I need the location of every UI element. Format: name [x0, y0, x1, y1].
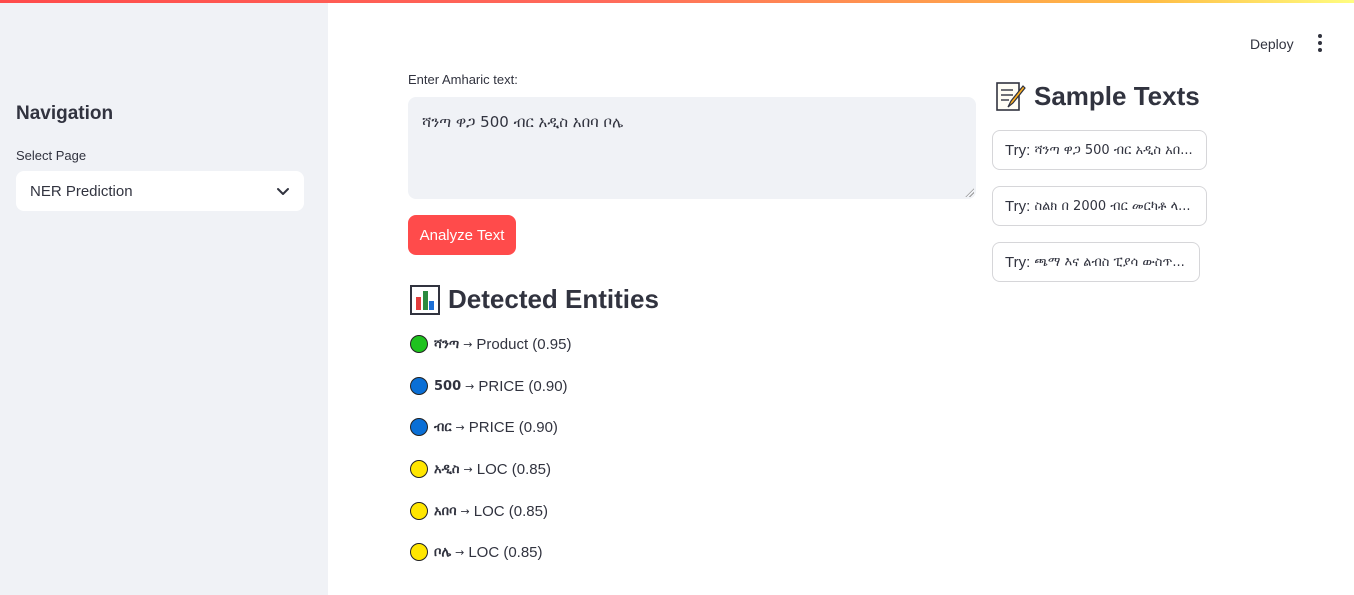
- detected-entities-title: Detected Entities: [448, 284, 659, 314]
- sidebar-title: Navigation: [16, 103, 114, 124]
- entity-text: አዲስ: [434, 461, 460, 477]
- arrow-right-icon: →: [465, 379, 475, 393]
- sample-try-prefix: Try:: [1005, 197, 1035, 215]
- entity-text: ሻንጣ: [434, 336, 460, 352]
- arrow-right-icon: →: [460, 504, 470, 518]
- resize-handle[interactable]: [965, 188, 974, 197]
- entity-color-dot-icon: [410, 335, 428, 353]
- entity-text: ቦሌ: [434, 544, 452, 560]
- sample-text-label: ሻንጣ ዋጋ 500 ብር አዲስ አበ...: [1034, 142, 1193, 158]
- entity-row: ሻንጣ → Product (0.95): [410, 333, 571, 355]
- memo-icon: [996, 82, 1026, 111]
- arrow-right-icon: →: [463, 337, 473, 351]
- sample-text-label: ስልክ በ 2000 ብር መርካቶ ላ...: [1034, 198, 1191, 214]
- text-input-label: Enter Amharic text:: [408, 72, 518, 87]
- entity-row: 500 → PRICE (0.90): [410, 375, 568, 397]
- amharic-text-value: ሻንጣ ዋጋ 500 ብር አዲስ አበባ ቦሌ: [422, 113, 624, 131]
- entity-label: Product (0.95): [476, 335, 572, 353]
- entity-label: LOC (0.85): [473, 502, 548, 520]
- sample-text-button[interactable]: Try: ስልክ በ 2000 ብር መርካቶ ላ...: [992, 186, 1207, 226]
- arrow-right-icon: →: [463, 462, 473, 476]
- entity-color-dot-icon: [410, 418, 428, 436]
- detected-entities-heading: Detected Entities: [410, 284, 659, 315]
- entity-text: ብር: [434, 419, 452, 435]
- sample-text-button[interactable]: Try: ሻንጣ ዋጋ 500 ብር አዲስ አበ...: [992, 130, 1207, 170]
- arrow-right-icon: →: [455, 545, 465, 559]
- entity-label: LOC (0.85): [468, 543, 543, 561]
- deploy-button[interactable]: Deploy: [1242, 33, 1302, 55]
- sidebar: Navigation Select Page NER Prediction: [0, 3, 328, 595]
- entity-color-dot-icon: [410, 377, 428, 395]
- sample-try-prefix: Try:: [1005, 253, 1035, 271]
- page-select-value: NER Prediction: [30, 182, 133, 200]
- sample-texts-heading: Sample Texts: [994, 80, 1200, 112]
- entity-color-dot-icon: [410, 502, 428, 520]
- arrow-right-icon: →: [455, 420, 465, 434]
- amharic-text-input[interactable]: ሻንጣ ዋጋ 500 ብር አዲስ አበባ ቦሌ: [408, 97, 976, 199]
- entity-row: አዲስ → LOC (0.85): [410, 458, 551, 480]
- page-select[interactable]: NER Prediction: [16, 171, 304, 211]
- entity-row: ብር → PRICE (0.90): [410, 416, 558, 438]
- entity-label: PRICE (0.90): [478, 377, 568, 395]
- bar-chart-icon: [410, 284, 440, 315]
- analyze-text-button[interactable]: Analyze Text: [408, 215, 516, 255]
- entity-text: አበባ: [434, 503, 457, 519]
- entity-row: አበባ → LOC (0.85): [410, 500, 548, 522]
- entity-text: 500: [434, 378, 462, 394]
- sample-try-prefix: Try:: [1005, 141, 1035, 159]
- select-page-label: Select Page: [16, 148, 87, 163]
- chevron-down-icon: [277, 188, 289, 195]
- entity-color-dot-icon: [410, 460, 428, 478]
- sample-text-label: ጫማ እና ልብስ ፒያሳ ውስጥ...: [1034, 254, 1185, 270]
- more-vertical-icon[interactable]: [1310, 32, 1330, 54]
- entity-row: ቦሌ → LOC (0.85): [410, 541, 543, 563]
- sample-texts-title: Sample Texts: [1034, 80, 1200, 111]
- sample-text-button[interactable]: Try: ጫማ እና ልብስ ፒያሳ ውስጥ...: [992, 242, 1200, 282]
- entity-label: LOC (0.85): [476, 460, 551, 478]
- entity-label: PRICE (0.90): [468, 418, 558, 436]
- entity-color-dot-icon: [410, 543, 428, 561]
